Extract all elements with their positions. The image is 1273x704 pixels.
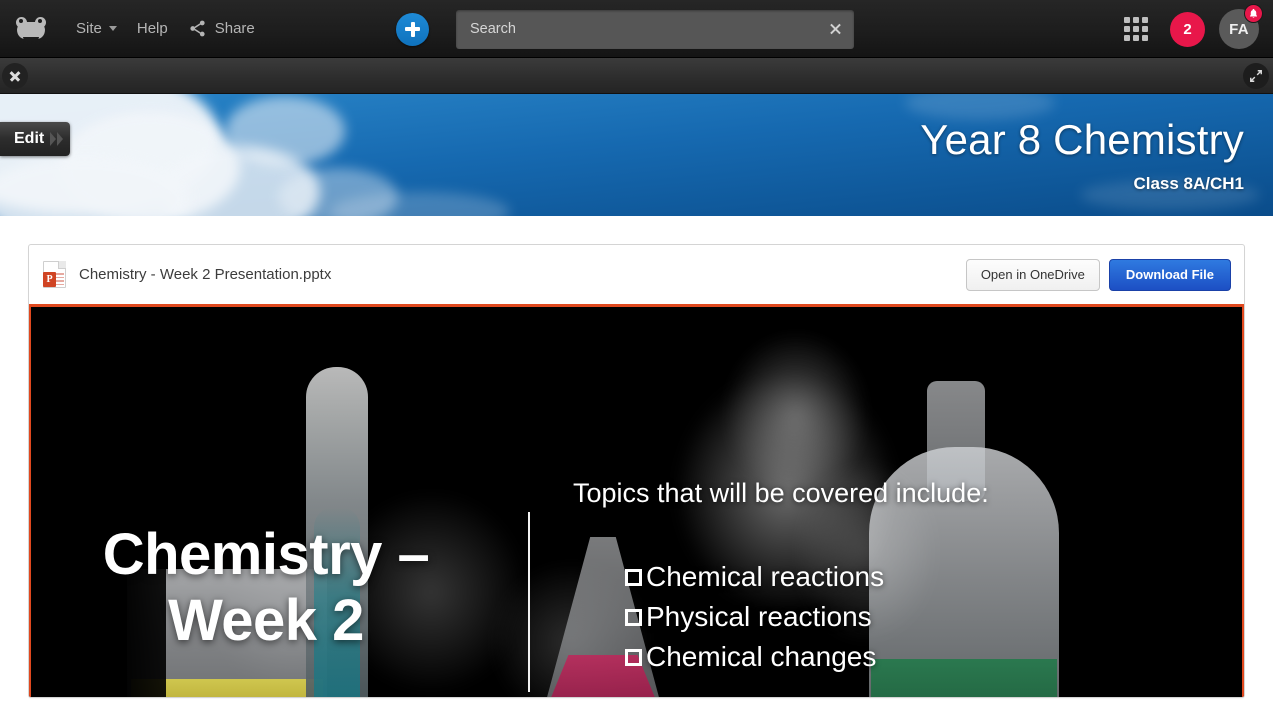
avatar-initials: FA <box>1229 20 1249 38</box>
slide-lead-text: Topics that will be covered include: <box>573 478 989 508</box>
nav-item-help[interactable]: Help <box>127 0 178 57</box>
checkbox-bullet-icon <box>625 648 642 666</box>
nav-item-share-label: Share <box>214 19 255 37</box>
bell-icon[interactable] <box>1244 4 1263 23</box>
search-box[interactable] <box>456 9 854 49</box>
slide-title: Chemistry – Week 2 <box>102 522 430 653</box>
notification-count-label: 2 <box>1183 20 1192 38</box>
page-banner: Year 8 Chemistry Class 8A/CH1 Edit <box>0 94 1273 216</box>
page-title: Year 8 Chemistry <box>920 116 1244 163</box>
slide-body: Topics that will be covered include: Che… <box>573 477 993 677</box>
secondary-toolbar <box>0 58 1273 94</box>
search-input[interactable] <box>456 21 854 37</box>
banner-cloud <box>225 96 345 166</box>
checkbox-bullet-icon <box>625 568 642 586</box>
apps-grid-icon[interactable] <box>1124 17 1148 41</box>
expand-collapse-button[interactable] <box>1243 62 1269 89</box>
page-subtitle: Class 8A/CH1 <box>1133 174 1244 193</box>
share-icon <box>190 20 205 37</box>
banner-text-group: Year 8 Chemistry Class 8A/CH1 <box>920 94 1244 216</box>
open-in-onedrive-button[interactable]: Open in OneDrive <box>965 258 1100 291</box>
frog-logo-icon[interactable] <box>14 16 48 42</box>
nav-right-group: 2 FA <box>1124 0 1263 58</box>
chevron-right-icon <box>50 122 64 156</box>
file-card-header: P Chemistry - Week 2 Presentation.pptx O… <box>29 245 1244 304</box>
checkbox-bullet-icon <box>625 608 642 626</box>
file-name-label: Chemistry - Week 2 Presentation.pptx <box>79 266 332 283</box>
top-navigation-bar: Site Help Share Search 2 FA <box>0 0 1273 58</box>
notification-count-badge[interactable]: 2 <box>1170 11 1205 47</box>
bell-glyph <box>1249 8 1258 18</box>
edit-button-label: Edit <box>14 130 45 147</box>
powerpoint-file-icon: P <box>43 261 66 288</box>
nav-item-site-label: Site <box>76 19 102 37</box>
list-item-label: Physical reactions <box>646 601 872 632</box>
main-content: P Chemistry - Week 2 Presentation.pptx O… <box>0 216 1273 704</box>
list-item: Physical reactions <box>625 597 993 637</box>
plus-icon <box>396 13 429 46</box>
close-icon <box>9 70 21 82</box>
nav-left-group: Site Help Share <box>0 0 265 57</box>
nav-item-help-label: Help <box>136 19 168 37</box>
close-button[interactable] <box>2 62 28 89</box>
list-item-label: Chemical reactions <box>646 561 885 592</box>
search-clear-icon[interactable] <box>826 20 844 38</box>
list-item-label: Chemical changes <box>646 641 877 672</box>
slide-divider <box>528 512 530 692</box>
avatar[interactable]: FA <box>1219 4 1263 49</box>
edit-button[interactable]: Edit <box>0 122 71 156</box>
nav-center-group <box>396 0 854 58</box>
nav-item-site[interactable]: Site <box>66 0 127 57</box>
slide-preview[interactable]: Chemistry – Week 2 Topics that will be c… <box>29 304 1244 697</box>
chevron-down-icon <box>108 26 117 31</box>
slide-bullet-list: Chemical reactions Physical reactions Ch… <box>573 557 993 677</box>
powerpoint-letter: P <box>43 272 56 287</box>
resize-diagonal-icon <box>1250 69 1262 82</box>
download-file-button[interactable]: Download File <box>1108 258 1231 291</box>
nav-item-share[interactable]: Share <box>178 0 265 57</box>
add-button[interactable] <box>396 12 429 46</box>
file-preview-card: P Chemistry - Week 2 Presentation.pptx O… <box>28 244 1245 698</box>
list-item: Chemical reactions <box>625 557 993 597</box>
list-item: Chemical changes <box>625 637 993 677</box>
